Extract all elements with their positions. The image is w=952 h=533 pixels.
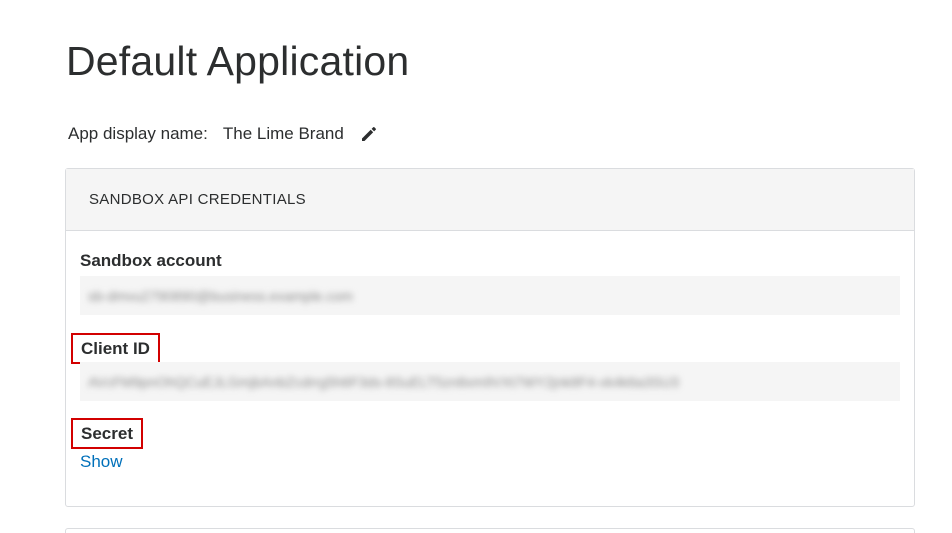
sandbox-account-field: sb-dmvu2790890@business.example.com <box>80 276 900 315</box>
app-display-name-row: App display name: The Lime Brand <box>68 122 378 146</box>
sandbox-account-value: sb-dmvu2790890@business.example.com <box>88 287 353 304</box>
secret-label: Secret <box>71 418 143 449</box>
sandbox-account-label: Sandbox account <box>80 251 222 270</box>
app-display-name-label: App display name: <box>68 124 208 143</box>
pencil-icon[interactable] <box>360 125 378 143</box>
show-secret-link[interactable]: Show <box>80 452 123 472</box>
page-title: Default Application <box>66 38 410 84</box>
client-id-value: AVcFM9pnOhQCuEJLGmjbAnbZcdrrg5h6F3ds-8Su… <box>88 373 679 390</box>
card-header: SANDBOX API CREDENTIALS <box>66 169 914 231</box>
client-id-field: AVcFM9pnOhQCuEJLGmjbAnbZcdrrg5h6F3ds-8Su… <box>80 362 900 401</box>
sandbox-credentials-card: SANDBOX API CREDENTIALS Sandbox account … <box>65 168 915 507</box>
client-id-label: Client ID <box>71 333 160 364</box>
app-display-name-value: The Lime Brand <box>222 124 344 143</box>
next-card <box>65 528 915 533</box>
page: Default Application App display name: Th… <box>0 0 952 533</box>
